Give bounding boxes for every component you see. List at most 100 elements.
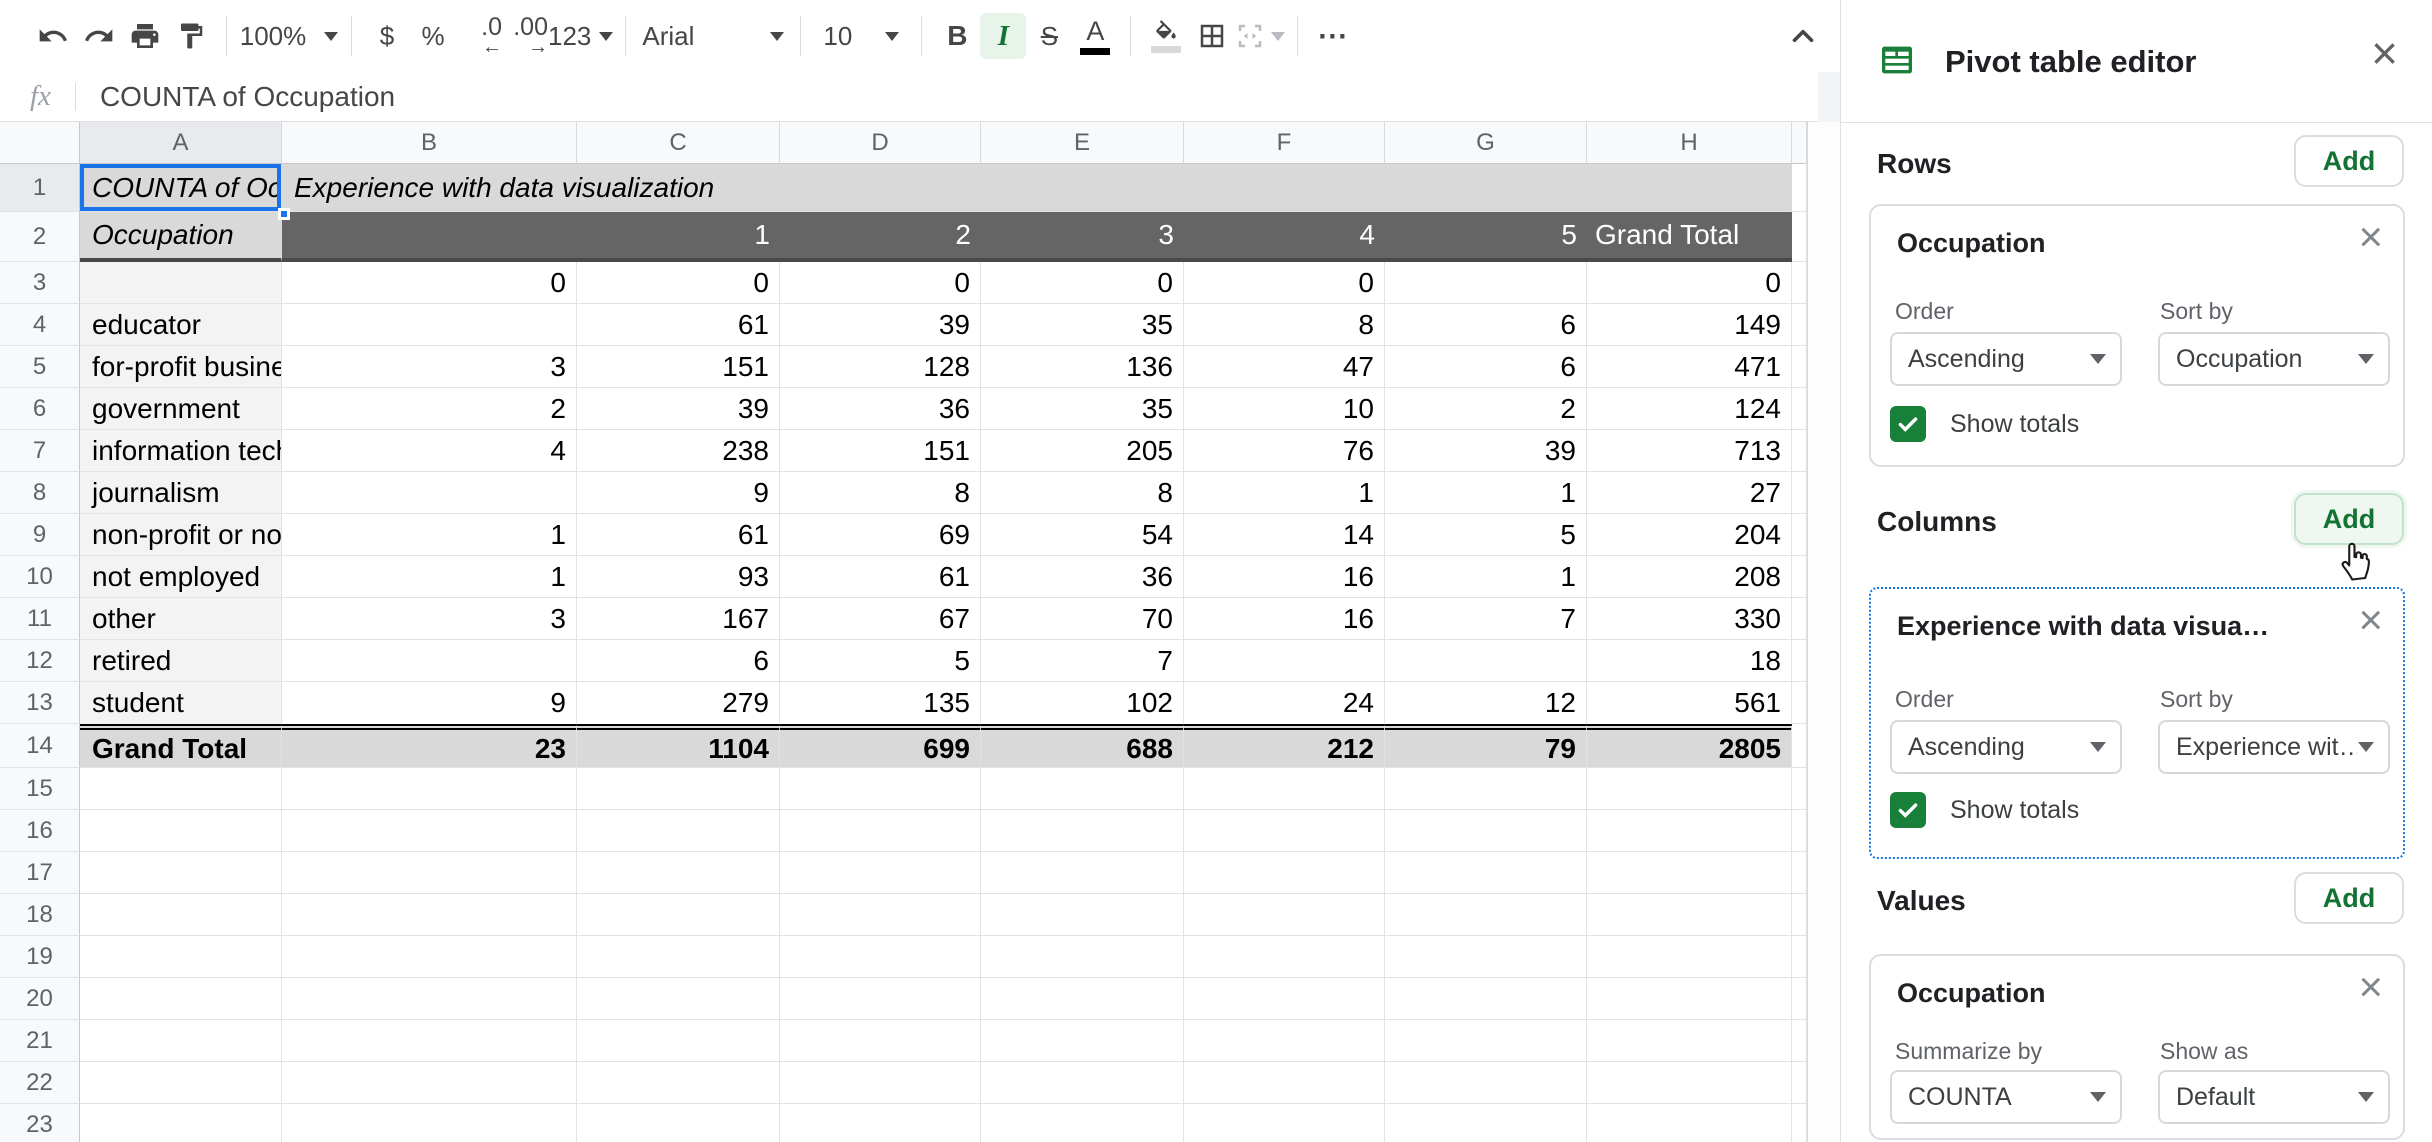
font-select[interactable]: Arial xyxy=(638,12,788,60)
cell-C8[interactable]: 9 xyxy=(577,472,780,514)
undo-button[interactable] xyxy=(30,12,76,60)
cell-C12[interactable]: 6 xyxy=(577,640,780,682)
cell-G13[interactable]: 12 xyxy=(1385,682,1587,724)
sort-by-select[interactable]: Experience wit… xyxy=(2158,720,2390,774)
column-header-B[interactable]: B xyxy=(282,122,577,164)
cell-I20[interactable] xyxy=(1792,978,1807,1020)
cell-D12[interactable]: 5 xyxy=(780,640,981,682)
cell-H23[interactable] xyxy=(1587,1104,1792,1142)
cell-I6[interactable] xyxy=(1792,388,1807,430)
row-header-10[interactable]: 10 xyxy=(0,556,80,598)
number-format-button[interactable]: 123 xyxy=(548,12,613,60)
cell-B16[interactable] xyxy=(282,810,577,852)
cell-I17[interactable] xyxy=(1792,852,1807,894)
row-header-19[interactable]: 19 xyxy=(0,936,80,978)
cell-E18[interactable] xyxy=(981,894,1184,936)
cell-C11[interactable]: 167 xyxy=(577,598,780,640)
cell-B9[interactable]: 1 xyxy=(282,514,577,556)
cell-F6[interactable]: 10 xyxy=(1184,388,1385,430)
cell-A4[interactable]: educator xyxy=(80,304,282,346)
cell-C19[interactable] xyxy=(577,936,780,978)
column-header-E[interactable]: E xyxy=(981,122,1184,164)
row-header-4[interactable]: 4 xyxy=(0,304,80,346)
cell-F23[interactable] xyxy=(1184,1104,1385,1142)
show-totals-checkbox-checked[interactable] xyxy=(1890,792,1926,828)
row-header-9[interactable]: 9 xyxy=(0,514,80,556)
cell-D3[interactable]: 0 xyxy=(780,262,981,304)
italic-button-active[interactable]: I xyxy=(980,13,1026,59)
cell-H4[interactable]: 149 xyxy=(1587,304,1792,346)
cell-G10[interactable]: 1 xyxy=(1385,556,1587,598)
zoom-select[interactable]: 100% xyxy=(239,12,339,60)
cell-C17[interactable] xyxy=(577,852,780,894)
cell-B21[interactable] xyxy=(282,1020,577,1062)
cell-G4[interactable]: 6 xyxy=(1385,304,1587,346)
cell-G15[interactable] xyxy=(1385,768,1587,810)
cell-G5[interactable]: 6 xyxy=(1385,346,1587,388)
cell-A23[interactable] xyxy=(80,1104,282,1142)
cell-F9[interactable]: 14 xyxy=(1184,514,1385,556)
cell-B14[interactable]: 23 xyxy=(282,724,577,768)
cell-A9[interactable]: non-profit or non- xyxy=(80,514,282,556)
cell-G12[interactable] xyxy=(1385,640,1587,682)
cell-D13[interactable]: 135 xyxy=(780,682,981,724)
cell-E17[interactable] xyxy=(981,852,1184,894)
cell-D20[interactable] xyxy=(780,978,981,1020)
cell-B11[interactable]: 3 xyxy=(282,598,577,640)
panel-close-button[interactable]: × xyxy=(2371,30,2398,76)
formula-bar[interactable]: fx COUNTA of Occupation xyxy=(0,72,1818,122)
cell-G6[interactable]: 2 xyxy=(1385,388,1587,430)
cell-I15[interactable] xyxy=(1792,768,1807,810)
cell-I3[interactable] xyxy=(1792,262,1807,304)
cell-C5[interactable]: 151 xyxy=(577,346,780,388)
cell-I23[interactable] xyxy=(1792,1104,1807,1142)
cell-I21[interactable] xyxy=(1792,1020,1807,1062)
cell-B12[interactable] xyxy=(282,640,577,682)
show-totals-checkbox-checked[interactable] xyxy=(1890,406,1926,442)
font-size-select[interactable]: 10 xyxy=(813,12,909,60)
cell-B4[interactable] xyxy=(282,304,577,346)
cell-G7[interactable]: 39 xyxy=(1385,430,1587,472)
cell-I10[interactable] xyxy=(1792,556,1807,598)
increase-decimal-button[interactable]: .00 → xyxy=(502,12,548,60)
cell-E4[interactable]: 35 xyxy=(981,304,1184,346)
cell-B10[interactable]: 1 xyxy=(282,556,577,598)
row-header-15[interactable]: 15 xyxy=(0,768,80,810)
cell-H18[interactable] xyxy=(1587,894,1792,936)
cell-I7[interactable] xyxy=(1792,430,1807,472)
cell-H10[interactable]: 208 xyxy=(1587,556,1792,598)
cell-C14[interactable]: 1104 xyxy=(577,724,780,768)
cell-D21[interactable] xyxy=(780,1020,981,1062)
cell-E7[interactable]: 205 xyxy=(981,430,1184,472)
cell-D5[interactable]: 128 xyxy=(780,346,981,388)
cell-H12[interactable]: 18 xyxy=(1587,640,1792,682)
row-header-1[interactable]: 1 xyxy=(0,164,80,212)
cell-E11[interactable]: 70 xyxy=(981,598,1184,640)
cell-I22[interactable] xyxy=(1792,1062,1807,1104)
cell-G19[interactable] xyxy=(1385,936,1587,978)
row-header-16[interactable]: 16 xyxy=(0,810,80,852)
cell-B20[interactable] xyxy=(282,978,577,1020)
row-header-11[interactable]: 11 xyxy=(0,598,80,640)
cell-F8[interactable]: 1 xyxy=(1184,472,1385,514)
cell-F22[interactable] xyxy=(1184,1062,1385,1104)
cell-F20[interactable] xyxy=(1184,978,1385,1020)
cell-B19[interactable] xyxy=(282,936,577,978)
cell-F4[interactable]: 8 xyxy=(1184,304,1385,346)
row-header-20[interactable]: 20 xyxy=(0,978,80,1020)
format-currency-button[interactable]: $ xyxy=(364,12,410,60)
values-card-close-button[interactable]: × xyxy=(2358,966,2383,1008)
row-header-8[interactable]: 8 xyxy=(0,472,80,514)
cell-C6[interactable]: 39 xyxy=(577,388,780,430)
column-header-C[interactable]: C xyxy=(577,122,780,164)
print-button[interactable] xyxy=(122,12,168,60)
order-select[interactable]: Ascending xyxy=(1890,332,2122,386)
cell-A6[interactable]: government xyxy=(80,388,282,430)
cell-C9[interactable]: 61 xyxy=(577,514,780,556)
borders-button[interactable] xyxy=(1189,12,1235,60)
cell-I13[interactable] xyxy=(1792,682,1807,724)
cell-G11[interactable]: 7 xyxy=(1385,598,1587,640)
cell-H9[interactable]: 204 xyxy=(1587,514,1792,556)
cell-G21[interactable] xyxy=(1385,1020,1587,1062)
cell-B1[interactable]: Experience with data visualization xyxy=(282,164,1792,212)
